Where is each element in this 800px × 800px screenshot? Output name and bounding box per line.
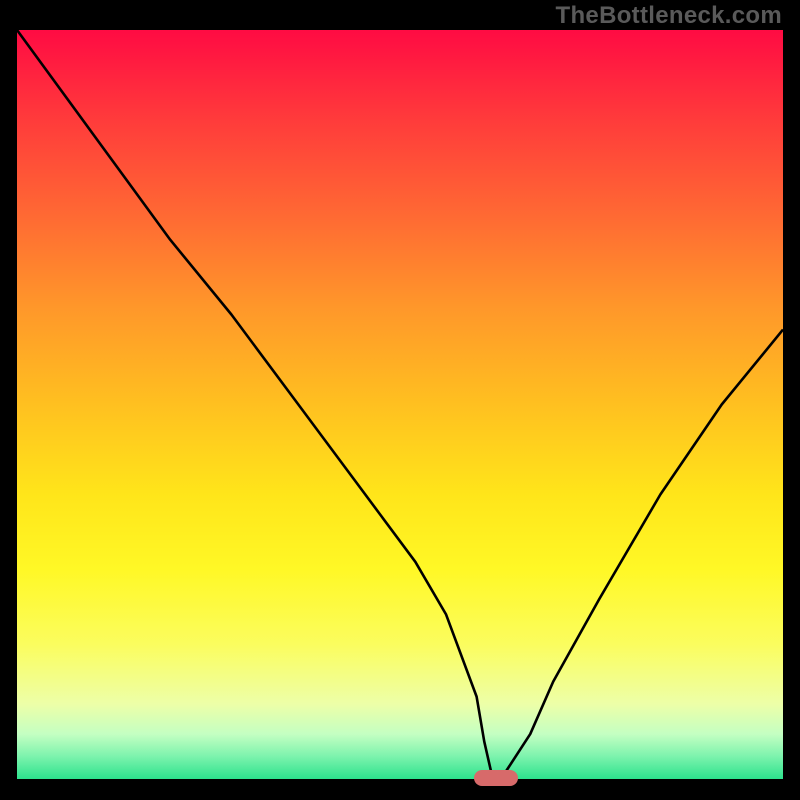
plot-area — [17, 30, 783, 779]
bottleneck-curve — [17, 30, 783, 775]
chart-frame: TheBottleneck.com — [0, 0, 800, 800]
watermark-text: TheBottleneck.com — [556, 2, 782, 30]
optimal-marker-pill — [474, 770, 518, 786]
curve-svg — [17, 30, 783, 779]
